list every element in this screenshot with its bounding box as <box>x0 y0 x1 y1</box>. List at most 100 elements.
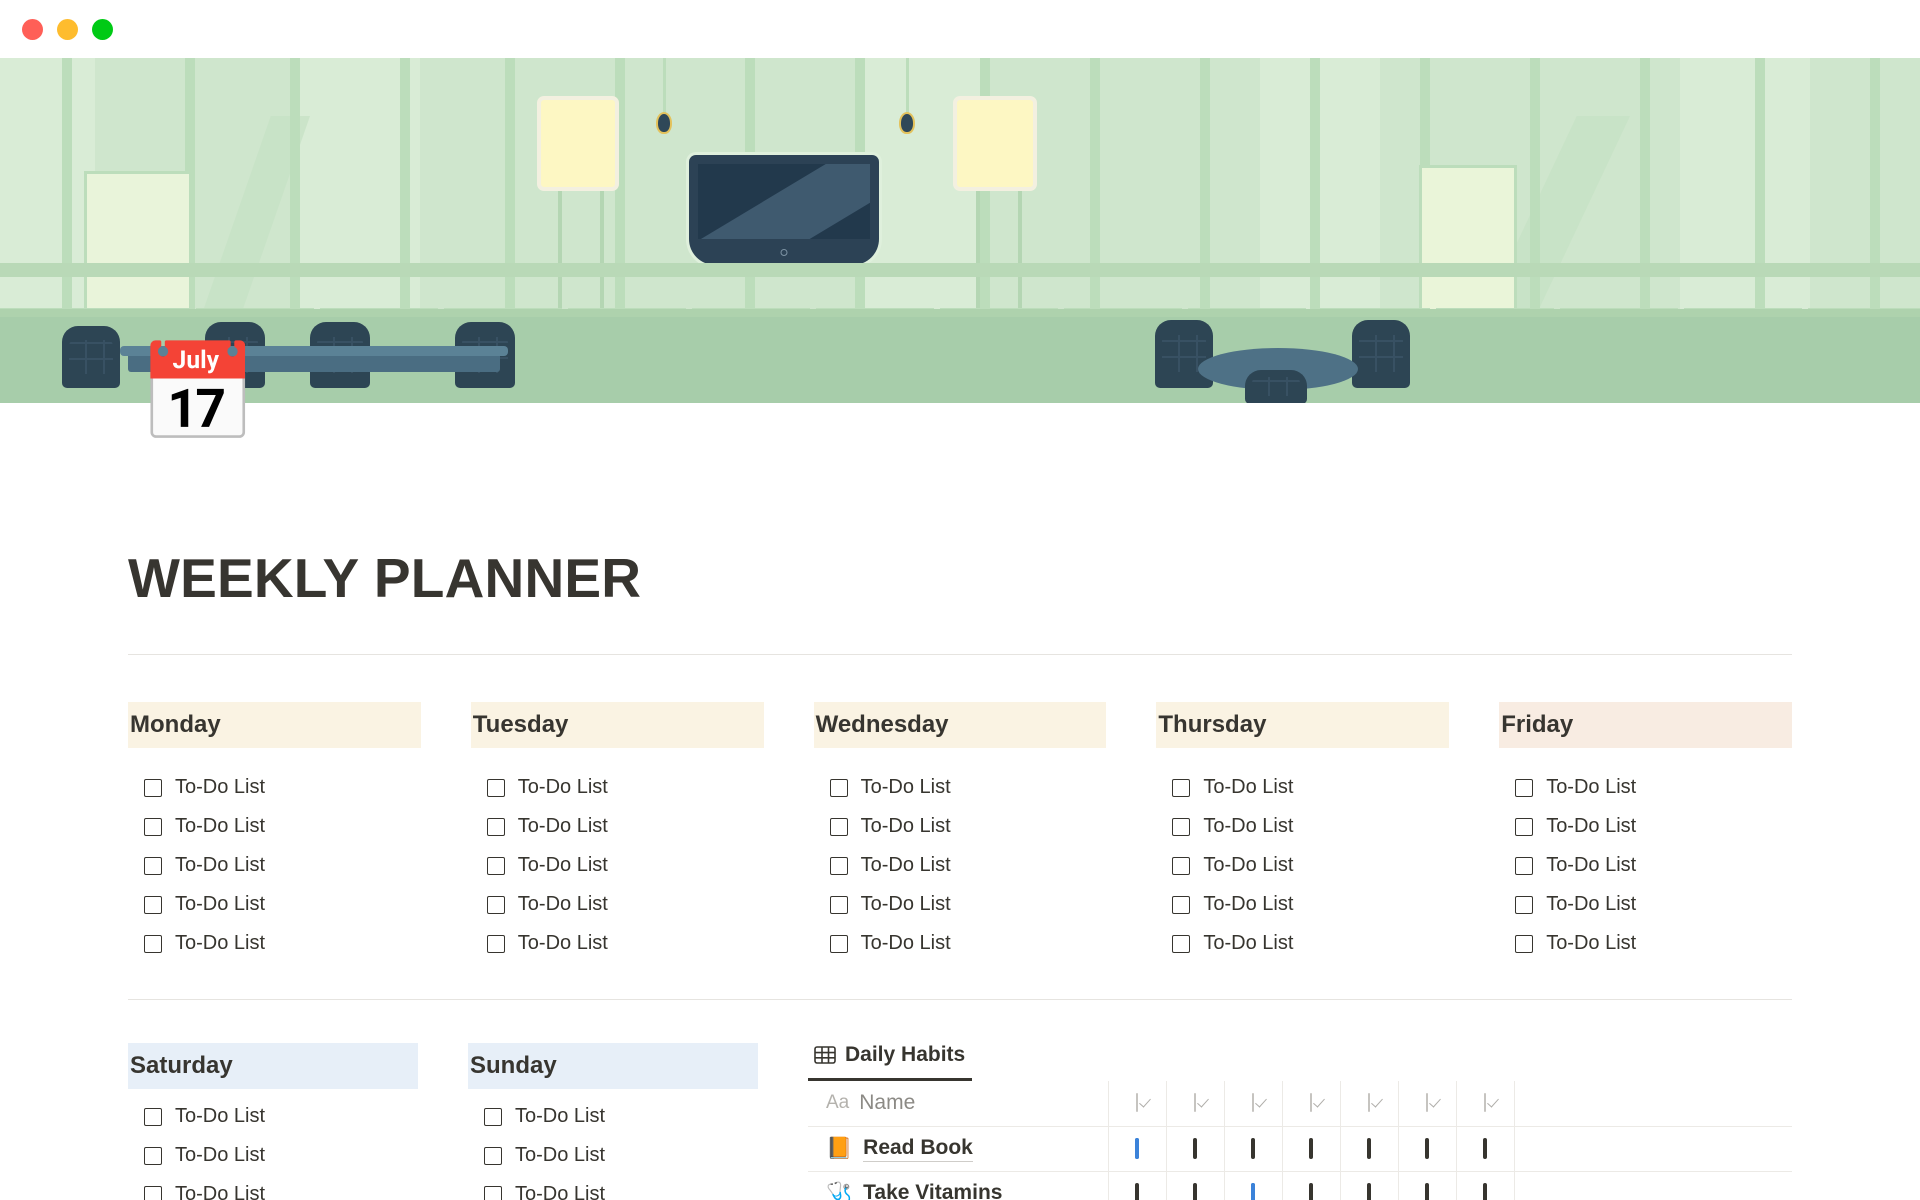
habit-checkbox-cell[interactable] <box>1108 1126 1167 1172</box>
habit-checkbox-cell[interactable] <box>1282 1171 1341 1200</box>
day-header-thursday[interactable]: Thursday <box>1156 702 1450 748</box>
todo-item[interactable]: To-Do List <box>1156 807 1449 846</box>
todo-item[interactable]: To-Do List <box>468 1097 758 1136</box>
table-row[interactable]: 📙 Read Book <box>808 1126 1792 1172</box>
todo-item[interactable]: To-Do List <box>128 1097 418 1136</box>
checkbox-icon[interactable] <box>1425 1182 1429 1200</box>
todo-item[interactable]: To-Do List <box>814 807 1107 846</box>
todo-item[interactable]: To-Do List <box>1156 768 1449 807</box>
todo-item[interactable]: To-Do List <box>1499 768 1792 807</box>
checkbox-icon[interactable] <box>144 778 162 797</box>
checkbox-icon[interactable] <box>484 1107 502 1126</box>
page-cover-banner[interactable] <box>0 58 1920 403</box>
habit-checkbox-cell[interactable] <box>1456 1126 1515 1172</box>
checkbox-icon[interactable] <box>1172 856 1191 875</box>
minimize-window-button[interactable] <box>57 18 78 40</box>
checkbox-icon[interactable] <box>486 895 505 914</box>
todo-item[interactable]: To-Do List <box>471 924 764 963</box>
column-header-checkbox-4[interactable] <box>1282 1081 1341 1127</box>
column-header-checkbox-2[interactable] <box>1166 1081 1225 1127</box>
checkbox-icon[interactable] <box>144 856 162 875</box>
checkbox-icon[interactable] <box>144 1107 162 1126</box>
habit-checkbox-cell[interactable] <box>1108 1171 1167 1200</box>
todo-item[interactable]: To-Do List <box>814 846 1107 885</box>
todo-item[interactable]: To-Do List <box>128 846 421 885</box>
todo-item[interactable]: To-Do List <box>128 1136 418 1175</box>
checkbox-icon[interactable] <box>1172 778 1191 797</box>
checkbox-icon[interactable] <box>1172 895 1191 914</box>
checkbox-icon[interactable] <box>486 856 505 875</box>
day-header-tuesday[interactable]: Tuesday <box>470 702 764 748</box>
habit-checkbox-cell[interactable] <box>1166 1126 1225 1172</box>
habit-checkbox-cell[interactable] <box>1456 1171 1515 1200</box>
checkbox-icon[interactable] <box>1309 1182 1313 1200</box>
checkbox-icon[interactable] <box>829 895 848 914</box>
checkbox-icon[interactable] <box>1515 778 1534 797</box>
todo-item[interactable]: To-Do List <box>1156 846 1449 885</box>
checkbox-icon[interactable] <box>1367 1182 1371 1200</box>
checkbox-icon[interactable] <box>829 778 848 797</box>
column-header-checkbox-7[interactable] <box>1456 1081 1515 1127</box>
checkbox-icon[interactable] <box>1251 1137 1255 1159</box>
checkbox-icon[interactable] <box>486 934 505 953</box>
checkbox-icon[interactable] <box>1172 934 1191 953</box>
checkbox-icon[interactable] <box>1515 817 1534 836</box>
checkbox-icon[interactable] <box>484 1146 502 1165</box>
habit-checkbox-cell[interactable] <box>1398 1171 1457 1200</box>
tab-daily-habits[interactable]: Daily Habits <box>808 1043 973 1081</box>
habit-checkbox-cell[interactable] <box>1282 1126 1341 1172</box>
todo-item[interactable]: To-Do List <box>471 768 764 807</box>
todo-item[interactable]: To-Do List <box>1499 846 1792 885</box>
todo-item[interactable]: To-Do List <box>471 807 764 846</box>
todo-item[interactable]: To-Do List <box>1499 885 1792 924</box>
todo-item[interactable]: To-Do List <box>128 885 421 924</box>
checkbox-icon[interactable] <box>1172 817 1191 836</box>
todo-item[interactable]: To-Do List <box>128 1175 418 1200</box>
checkbox-icon[interactable] <box>1515 934 1534 953</box>
checkbox-icon[interactable] <box>484 1185 502 1200</box>
checkbox-icon[interactable] <box>144 1146 162 1165</box>
todo-item[interactable]: To-Do List <box>814 768 1107 807</box>
checkbox-icon[interactable] <box>144 1185 162 1200</box>
checkbox-icon-checked[interactable] <box>1135 1137 1139 1159</box>
checkbox-icon[interactable] <box>486 778 505 797</box>
column-header-checkbox-5[interactable] <box>1340 1081 1399 1127</box>
checkbox-icon[interactable] <box>829 934 848 953</box>
checkbox-icon[interactable] <box>144 817 162 836</box>
todo-item[interactable]: To-Do List <box>1156 885 1449 924</box>
close-window-button[interactable] <box>22 18 43 40</box>
checkbox-icon[interactable] <box>1193 1137 1197 1159</box>
checkbox-icon[interactable] <box>486 817 505 836</box>
checkbox-icon[interactable] <box>1367 1137 1371 1159</box>
todo-item[interactable]: To-Do List <box>1156 924 1449 963</box>
checkbox-icon[interactable] <box>1193 1182 1197 1200</box>
todo-item[interactable]: To-Do List <box>128 768 421 807</box>
day-header-sunday[interactable]: Sunday <box>468 1043 758 1089</box>
column-header-name[interactable]: Aa Name <box>808 1081 1109 1127</box>
todo-item[interactable]: To-Do List <box>128 924 421 963</box>
checkbox-icon[interactable] <box>1515 856 1534 875</box>
column-header-checkbox-1[interactable] <box>1108 1081 1167 1127</box>
habit-checkbox-cell[interactable] <box>1224 1126 1283 1172</box>
checkbox-icon[interactable] <box>1483 1182 1487 1200</box>
checkbox-icon[interactable] <box>144 895 162 914</box>
todo-item[interactable]: To-Do List <box>468 1175 758 1200</box>
row-name-cell[interactable]: 🩺 Take Vitamins <box>808 1171 1109 1200</box>
checkbox-icon[interactable] <box>829 856 848 875</box>
todo-item[interactable]: To-Do List <box>814 885 1107 924</box>
page-title[interactable]: WEEKLY PLANNER <box>128 546 1792 610</box>
checkbox-icon[interactable] <box>1483 1137 1487 1159</box>
todo-item[interactable]: To-Do List <box>1499 924 1792 963</box>
checkbox-icon[interactable] <box>1309 1137 1313 1159</box>
day-header-saturday[interactable]: Saturday <box>128 1043 418 1089</box>
habit-checkbox-cell[interactable] <box>1340 1126 1399 1172</box>
row-name-cell[interactable]: 📙 Read Book <box>808 1126 1109 1172</box>
todo-item[interactable]: To-Do List <box>471 885 764 924</box>
checkbox-icon[interactable] <box>1135 1182 1139 1200</box>
day-header-friday[interactable]: Friday <box>1499 702 1792 748</box>
todo-item[interactable]: To-Do List <box>814 924 1107 963</box>
row-title[interactable]: Read Book <box>863 1136 973 1162</box>
checkbox-icon[interactable] <box>829 817 848 836</box>
todo-item[interactable]: To-Do List <box>471 846 764 885</box>
day-header-wednesday[interactable]: Wednesday <box>813 702 1107 748</box>
